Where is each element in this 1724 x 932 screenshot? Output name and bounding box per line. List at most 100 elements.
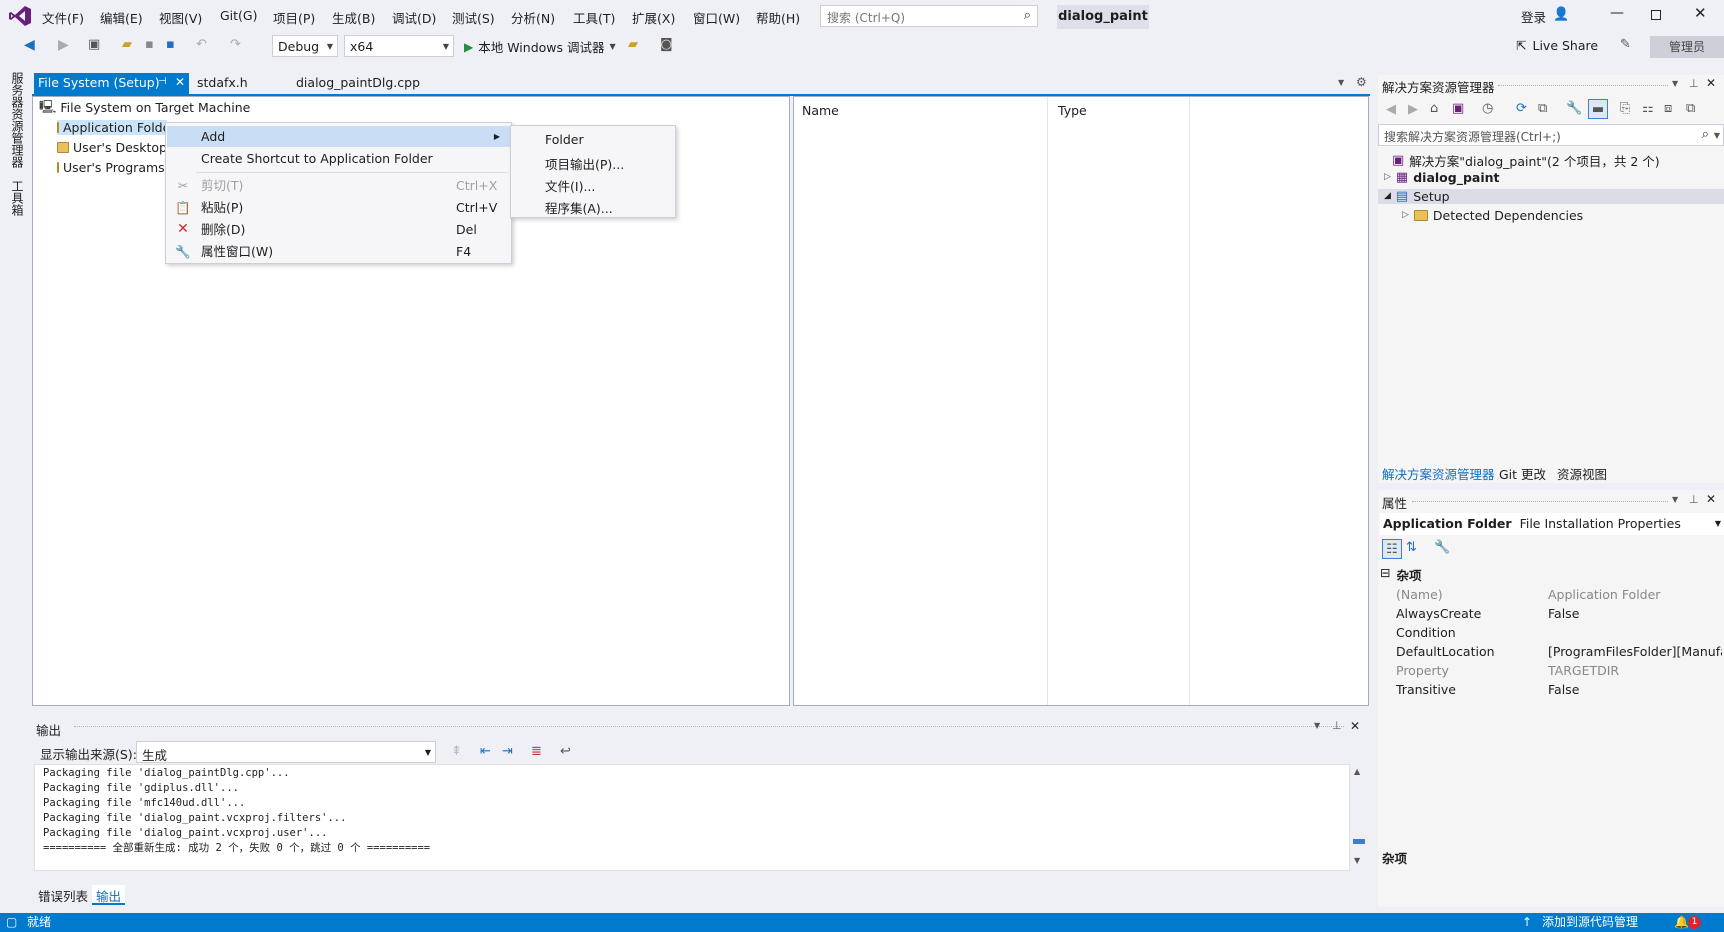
property-row[interactable]: AlwaysCreate False <box>1378 604 1724 623</box>
word-wrap-icon[interactable]: ↩ <box>560 745 571 758</box>
preview-icon[interactable]: ⧈ <box>1664 102 1672 115</box>
menu-item-properties[interactable]: 🔧 属性窗口(W) F4 <box>167 241 510 262</box>
close-tab-icon[interactable]: ✕ <box>175 75 185 89</box>
class-view-icon[interactable]: ⚏ <box>1642 102 1654 115</box>
home-icon[interactable]: ⌂ <box>1430 102 1438 115</box>
property-value[interactable]: Application Folder <box>1548 585 1722 604</box>
undo-icon[interactable]: ↶ <box>196 38 207 51</box>
new-view-icon[interactable]: ⧉ <box>1686 102 1695 115</box>
configuration-select[interactable]: Debug ▼ <box>272 35 338 57</box>
scroll-thumb[interactable] <box>1353 839 1365 844</box>
scroll-down-icon[interactable]: ▼ <box>1354 857 1360 865</box>
menu-item-paste[interactable]: 📋 粘贴(P) Ctrl+V <box>167 197 510 218</box>
submenu-item-folder[interactable]: Folder <box>545 132 584 147</box>
expand-icon[interactable]: ▷ <box>1402 211 1409 220</box>
solution-name-badge[interactable]: dialog_paint <box>1057 5 1149 29</box>
pin-icon[interactable]: ⊣ <box>158 76 167 87</box>
solution-search-input[interactable]: 搜索解决方案资源管理器(Ctrl+;) ⌕ ▼ <box>1378 124 1724 146</box>
property-row[interactable]: DefaultLocation [ProgramFilesFolder][Manu… <box>1378 642 1724 661</box>
tab-dialog-paint-dlg[interactable]: dialog_paintDlg.cpp <box>292 73 424 94</box>
toolbox-tab[interactable]: 工具箱 <box>9 180 26 216</box>
tree-root[interactable]: 🖳 File System on Target Machine <box>39 100 250 115</box>
find-message-icon[interactable]: ⇞ <box>451 745 462 758</box>
close-panel-icon[interactable]: ✕ <box>1706 493 1716 505</box>
minimize-icon[interactable]: — <box>1610 6 1624 20</box>
tab-git-changes[interactable]: Git 更改 <box>1499 464 1546 483</box>
platform-select[interactable]: x64 ▼ <box>344 35 454 57</box>
panel-menu-icon[interactable]: ▼ <box>1672 496 1678 504</box>
login-link[interactable]: 登录 <box>1521 7 1546 26</box>
save-all-icon[interactable]: ▪ <box>166 38 175 51</box>
forward-icon[interactable]: ▶ <box>58 38 69 52</box>
menu-item-cut[interactable]: ✂ 剪切(T) Ctrl+X <box>167 175 510 196</box>
server-explorer-tab[interactable]: 服务器资源管理器 <box>9 72 26 168</box>
property-value[interactable]: TARGETDIR <box>1548 661 1722 680</box>
output-scrollbar[interactable]: ▲ ▼ <box>1350 764 1368 871</box>
menu-item[interactable]: 生成(B) <box>332 8 375 27</box>
alphabetical-icon[interactable]: ⇅ <box>1406 541 1417 554</box>
tab-output[interactable]: 输出 <box>92 885 126 905</box>
menu-item[interactable]: 帮助(H) <box>756 8 800 27</box>
project-setup[interactable]: ◢ ▤ Setup <box>1378 189 1724 204</box>
menu-item-add[interactable]: Add ▶ <box>167 126 510 147</box>
property-row[interactable]: Condition <box>1378 623 1724 642</box>
close-panel-icon[interactable]: ✕ <box>1350 720 1360 732</box>
add-to-source-control[interactable]: 添加到源代码管理 <box>1542 913 1638 932</box>
panel-menu-icon[interactable]: ▼ <box>1672 80 1678 88</box>
clear-all-icon[interactable]: ≣ <box>531 745 542 758</box>
submenu-item-project-output[interactable]: 项目输出(P)... <box>545 154 624 173</box>
property-pages-icon[interactable]: 🔧 <box>1434 541 1450 554</box>
project-dialog-paint[interactable]: ▷ ▦ dialog_paint <box>1384 170 1500 185</box>
solution-node[interactable]: ▣ 解决方案"dialog_paint"(2 个项目，共 2 个) <box>1392 151 1660 170</box>
tree-item-application-folder[interactable]: Application Folder <box>57 120 167 135</box>
new-project-icon[interactable]: ▣ <box>88 38 100 51</box>
menu-item[interactable]: 文件(F) <box>42 8 84 27</box>
show-all-files-icon[interactable]: ▬ <box>1588 99 1608 119</box>
submenu-item-assembly[interactable]: 程序集(A)... <box>545 198 613 217</box>
tab-error-list[interactable]: 错误列表 <box>34 885 92 905</box>
user-icon[interactable]: 👤 <box>1553 8 1569 21</box>
menu-item[interactable]: 项目(P) <box>273 8 315 27</box>
pin-icon[interactable]: ⊥ <box>1689 78 1699 89</box>
menu-item[interactable]: 测试(S) <box>452 8 495 27</box>
menu-item-delete[interactable]: ✕ 删除(D) Del <box>167 219 510 240</box>
column-name[interactable]: Name <box>802 103 839 118</box>
pin-icon[interactable]: ⊥ <box>1332 720 1342 731</box>
collapse-all-icon[interactable]: ⧉ <box>1538 102 1547 115</box>
tab-dropdown-icon[interactable]: ▼ <box>1338 79 1344 87</box>
search-input[interactable]: 搜索 (Ctrl+Q) ⌕ <box>820 5 1038 27</box>
property-value[interactable]: False <box>1548 680 1722 699</box>
property-row[interactable]: Transitive False <box>1378 680 1724 699</box>
tab-solution-explorer[interactable]: 解决方案资源管理器 <box>1382 464 1495 483</box>
tab-stdafx[interactable]: stdafx.h <box>193 73 252 94</box>
view-code-icon[interactable]: ⎘ <box>1620 102 1630 115</box>
open-folder-icon[interactable]: ▰ <box>122 38 132 51</box>
redo-icon[interactable]: ↷ <box>230 38 241 51</box>
menu-item[interactable]: 扩展(X) <box>632 8 675 27</box>
menu-item[interactable]: 分析(N) <box>511 8 555 27</box>
panel-menu-icon[interactable]: ▼ <box>1314 722 1320 730</box>
forward-icon[interactable]: ▶ <box>1408 103 1418 116</box>
tree-item-users-programs[interactable]: User's Programs Menu <box>57 160 167 175</box>
pending-changes-icon[interactable]: ◷ <box>1482 102 1493 115</box>
properties-wrench-icon[interactable]: 🔧 <box>1566 102 1582 115</box>
close-icon[interactable]: ✕ <box>1694 6 1707 21</box>
prev-message-icon[interactable]: ⇤ <box>480 745 491 758</box>
refresh-icon[interactable]: ⟳ <box>1516 102 1527 115</box>
submenu-item-file[interactable]: 文件(I)... <box>545 176 595 195</box>
menu-item[interactable]: 视图(V) <box>159 8 202 27</box>
menu-item[interactable]: 工具(T) <box>573 8 615 27</box>
close-panel-icon[interactable]: ✕ <box>1706 77 1716 89</box>
pin-icon[interactable]: ⊥ <box>1689 494 1699 505</box>
screenshot-icon[interactable]: ◙ <box>660 38 673 51</box>
scroll-up-icon[interactable]: ▲ <box>1354 768 1360 776</box>
category-misc[interactable]: ⊟ 杂项 <box>1380 565 1422 584</box>
tab-file-system[interactable]: File System (Setup) ⊣ ✕ <box>34 73 189 94</box>
output-text[interactable]: Packaging file 'dialog_paintDlg.cpp'... P… <box>34 764 1350 871</box>
gear-icon[interactable]: ⚙ <box>1356 76 1367 88</box>
tree-item-users-desktop[interactable]: User's Desktop <box>57 140 167 155</box>
back-icon[interactable]: ◀ <box>1386 103 1396 116</box>
browse-folder-icon[interactable]: ▰ <box>628 38 638 51</box>
save-icon[interactable]: ▪ <box>145 38 154 51</box>
menu-item[interactable]: 调试(D) <box>392 8 436 27</box>
